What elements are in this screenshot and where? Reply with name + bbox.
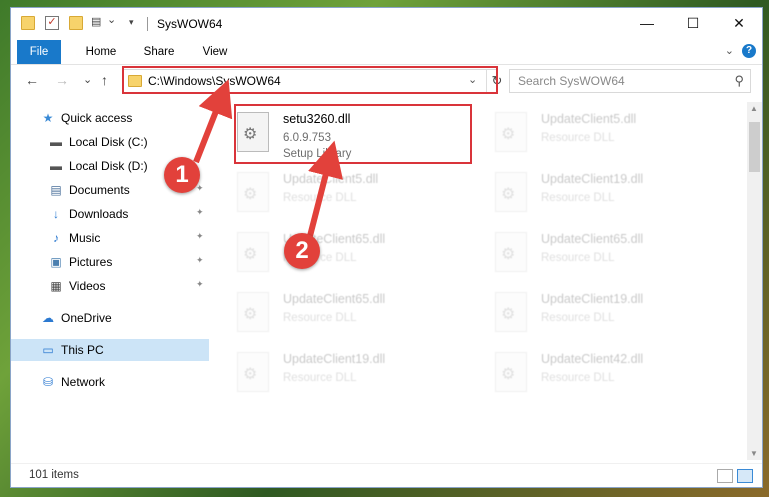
step-1-callout: 1 [164,157,200,193]
annotation-arrows [193,79,343,237]
step-2-callout: 2 [284,233,320,269]
arrow-1 [193,79,233,164]
arrow-2 [307,140,343,237]
